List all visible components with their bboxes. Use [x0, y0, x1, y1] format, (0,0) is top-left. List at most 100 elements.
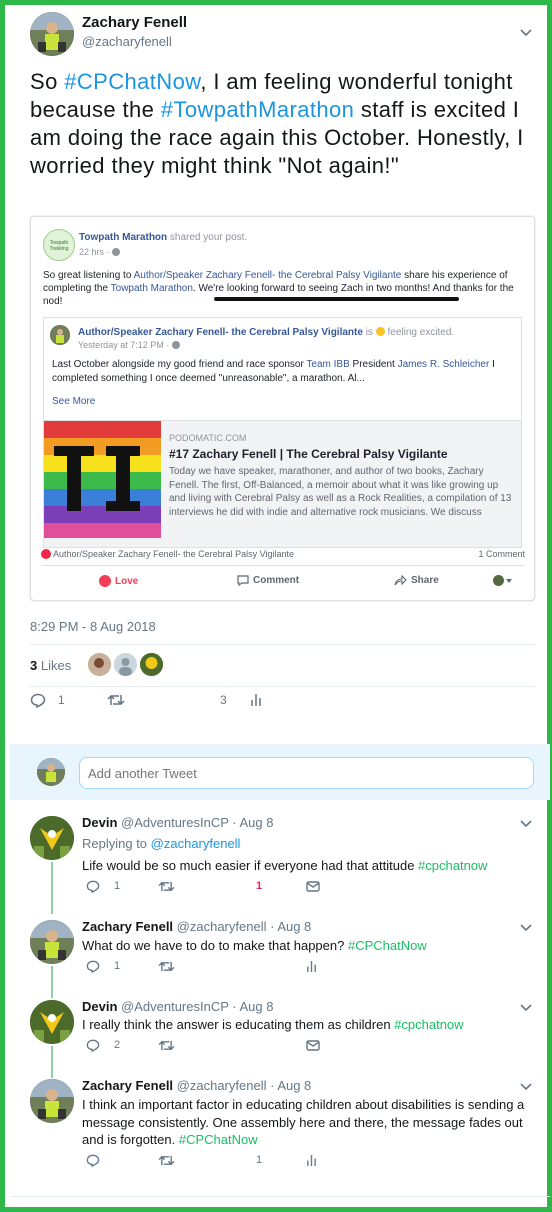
author-handle[interactable]: @AdventuresInCP — [121, 999, 229, 1014]
hashtag-link[interactable]: #CPChatNow — [348, 938, 427, 953]
see-more-link[interactable]: See More — [52, 396, 95, 407]
like-button[interactable]: 3 — [220, 693, 227, 707]
highlight-underline — [214, 297, 459, 301]
retweet-button[interactable] — [107, 693, 125, 707]
chevron-down-icon[interactable] — [519, 1082, 533, 1092]
replying-to-label: Replying to — [82, 836, 151, 851]
reply-date[interactable]: · Aug 8 — [270, 919, 311, 934]
chevron-down-icon[interactable] — [519, 1003, 533, 1013]
reply-body: I think an important factor in educating… — [82, 1097, 525, 1147]
reply-count: 1 — [114, 960, 121, 972]
retweet-icon — [107, 694, 125, 706]
link-title[interactable]: #17 Zachary Fenell | The Cerebral Palsy … — [169, 447, 448, 461]
avatar[interactable] — [140, 653, 163, 676]
chevron-down-icon[interactable] — [519, 819, 533, 829]
divider — [10, 1196, 550, 1197]
reply-date[interactable]: · Aug 8 — [270, 1078, 311, 1093]
reply-body: What do we have to do to make that happe… — [82, 938, 348, 953]
avatar[interactable] — [114, 653, 137, 676]
like-count: 1 — [256, 880, 263, 892]
chevron-down-icon[interactable] — [519, 28, 533, 38]
retweet-button[interactable] — [158, 880, 175, 893]
retweet-button[interactable] — [158, 960, 175, 973]
author-name[interactable]: Devin — [82, 999, 117, 1014]
retweet-button[interactable] — [158, 1154, 175, 1167]
author-handle[interactable]: @zacharyfenell — [177, 919, 267, 934]
author-name[interactable]: Zachary Fenell — [82, 1078, 173, 1093]
page-name-link[interactable]: Towpath Marathon — [79, 232, 167, 243]
avatar[interactable] — [30, 1079, 74, 1123]
like-button[interactable]: 1 — [256, 880, 262, 892]
envelope-icon — [306, 1039, 320, 1051]
reaction-name[interactable]: Author/Speaker Zachary Fenell- the Cereb… — [53, 549, 294, 559]
like-button[interactable]: 1 — [256, 1154, 262, 1166]
hashtag-link[interactable]: #cpchatnow — [418, 858, 487, 873]
love-button[interactable]: Love — [99, 575, 138, 587]
hashtag-link[interactable]: #CPChatNow — [179, 1132, 258, 1147]
hashtag-link[interactable]: #CPChatNow — [64, 69, 200, 94]
comments-count[interactable]: 1 Comment — [478, 549, 525, 559]
reply-button[interactable]: 1 — [86, 960, 120, 973]
analytics-icon — [307, 960, 316, 972]
reply-body: I really think the answer is educating t… — [82, 1017, 395, 1032]
person-link[interactable]: James R. Schleicher — [398, 359, 490, 370]
author-name[interactable]: Zachary Fenell — [82, 919, 173, 934]
link-preview[interactable]: TI PODOMATIC.COM #17 Zachary Fenell | Th… — [44, 420, 521, 547]
reply-button[interactable] — [86, 1154, 114, 1167]
author-handle[interactable]: @zacharyfenell — [177, 1078, 267, 1093]
chevron-down-icon[interactable] — [519, 923, 533, 933]
globe-icon — [112, 248, 121, 256]
avatar[interactable] — [30, 920, 74, 964]
reply-button[interactable]: 2 — [86, 1039, 120, 1052]
inner-post-time[interactable]: Yesterday at 7:12 PM · — [78, 340, 172, 350]
mention-link[interactable]: @zacharyfenell — [151, 836, 241, 851]
author-name[interactable]: Zachary Fenell — [82, 14, 187, 31]
inner-author-link[interactable]: Author/Speaker Zachary Fenell- the Cereb… — [78, 327, 363, 338]
avatar[interactable] — [30, 1000, 74, 1044]
message-button[interactable] — [306, 880, 320, 892]
reply-input[interactable] — [79, 757, 534, 789]
reply-button[interactable]: 1 — [30, 693, 65, 708]
like-count: 1 — [256, 1154, 263, 1166]
tweet-text-part: So — [30, 69, 65, 94]
divider — [30, 686, 535, 687]
emoji-icon — [375, 327, 385, 336]
post-time[interactable]: 22 hrs · — [79, 247, 112, 257]
hashtag-link[interactable]: #cpchatnow — [394, 1017, 463, 1032]
reply-text: I really think the answer is educating t… — [82, 1017, 464, 1032]
analytics-button[interactable] — [306, 1154, 317, 1167]
heart-icon — [99, 575, 111, 587]
comment-button[interactable]: Comment — [237, 575, 299, 586]
author-link[interactable]: Author/Speaker Zachary Fenell- the Cereb… — [134, 270, 402, 281]
share-label: Share — [411, 575, 439, 586]
shared-post[interactable]: Author/Speaker Zachary Fenell- the Cereb… — [43, 317, 522, 548]
caret-down-icon — [506, 578, 512, 583]
page-logo-text: Towpath Trekking — [49, 240, 69, 252]
author-name[interactable]: Devin — [82, 815, 117, 830]
attached-image[interactable]: Towpath Trekking Towpath Marathon shared… — [30, 216, 535, 601]
message-button[interactable] — [306, 1039, 320, 1051]
avatar[interactable] — [30, 12, 74, 56]
author-handle[interactable]: @AdventuresInCP — [121, 815, 229, 830]
hashtag-link[interactable]: #TowpathMarathon — [161, 97, 355, 122]
reply-date[interactable]: · Aug 8 — [232, 815, 273, 830]
tweet-timestamp[interactable]: 8:29 PM - 8 Aug 2018 — [30, 619, 156, 634]
reply-icon — [86, 1154, 100, 1167]
team-link[interactable]: Team IBB — [306, 359, 349, 370]
analytics-button[interactable] — [250, 693, 262, 707]
reply-button[interactable]: 1 — [86, 880, 120, 893]
retweet-icon — [158, 1040, 175, 1050]
audience-selector[interactable] — [493, 575, 512, 586]
reply-count: 1 — [58, 693, 65, 707]
marathon-link[interactable]: Towpath Marathon — [111, 283, 193, 294]
fb-body: So great listening to Author/Speaker Zac… — [43, 269, 521, 308]
reply-date[interactable]: · Aug 8 — [232, 999, 273, 1014]
author-handle[interactable]: @zacharyfenell — [82, 34, 172, 49]
likes-count[interactable]: 3 Likes — [30, 658, 71, 673]
retweet-button[interactable] — [158, 1039, 175, 1052]
globe-icon — [171, 341, 180, 349]
analytics-button[interactable] — [306, 960, 317, 973]
share-button[interactable]: Share — [394, 575, 439, 586]
avatar[interactable] — [30, 816, 74, 860]
avatar[interactable] — [88, 653, 111, 676]
